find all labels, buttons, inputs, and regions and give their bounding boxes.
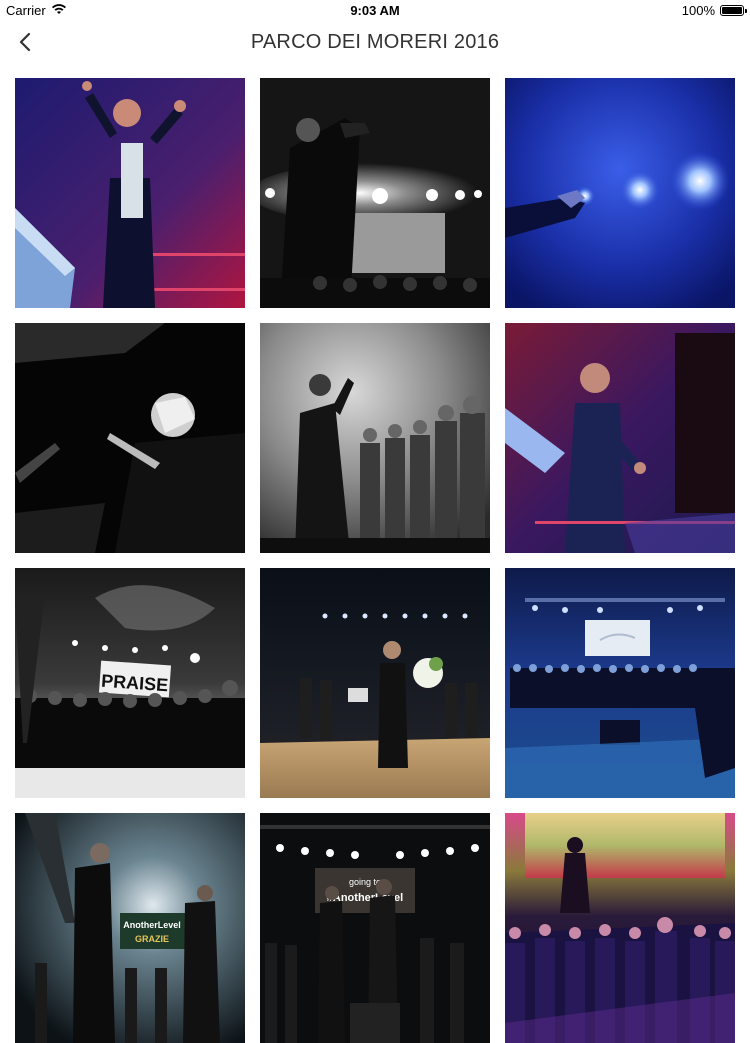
photo-grid: PRAISE AnotherLevel GRAZIE going to #Ano…	[15, 78, 735, 1043]
sign-text: GRAZIE	[135, 934, 169, 944]
photo-thumbnail[interactable]	[260, 323, 490, 553]
photo-image	[505, 813, 735, 1043]
photo-thumbnail[interactable]	[15, 323, 245, 553]
photo-image	[505, 78, 735, 308]
photo-thumbnail[interactable]	[505, 323, 735, 553]
photo-thumbnail[interactable]	[260, 78, 490, 308]
photo-image	[260, 323, 490, 553]
status-bar: Carrier 9:03 AM 100%	[0, 0, 750, 20]
status-time: 9:03 AM	[350, 3, 400, 18]
photo-thumbnail[interactable]	[505, 78, 735, 308]
sign-text: AnotherLevel	[123, 920, 181, 930]
photo-image: AnotherLevel GRAZIE	[15, 813, 245, 1043]
page-title: PARCO DEI MORERI 2016	[250, 31, 500, 53]
photo-thumbnail[interactable]	[505, 813, 735, 1043]
photo-image: PRAISE	[15, 568, 245, 798]
photo-image	[505, 568, 735, 798]
photo-image	[15, 323, 245, 553]
photo-image	[260, 78, 490, 308]
photo-thumbnail[interactable]: going to #AnotherLevel	[260, 813, 490, 1043]
photo-thumbnail[interactable]	[15, 78, 245, 308]
photo-thumbnail[interactable]: AnotherLevel GRAZIE	[15, 813, 245, 1043]
photo-image	[505, 323, 735, 553]
photo-thumbnail[interactable]	[260, 568, 490, 798]
photo-image	[260, 568, 490, 798]
photo-thumbnail[interactable]: PRAISE	[15, 568, 245, 798]
photo-image: going to #AnotherLevel	[260, 813, 490, 1043]
navigation-bar: PARCO DEI MORERI 2016	[0, 20, 750, 64]
battery-percent: 100%	[681, 3, 715, 18]
photo-thumbnail[interactable]	[505, 568, 735, 798]
photo-image	[15, 78, 245, 308]
status-right: 100%	[681, 3, 747, 18]
battery-icon	[720, 5, 747, 16]
